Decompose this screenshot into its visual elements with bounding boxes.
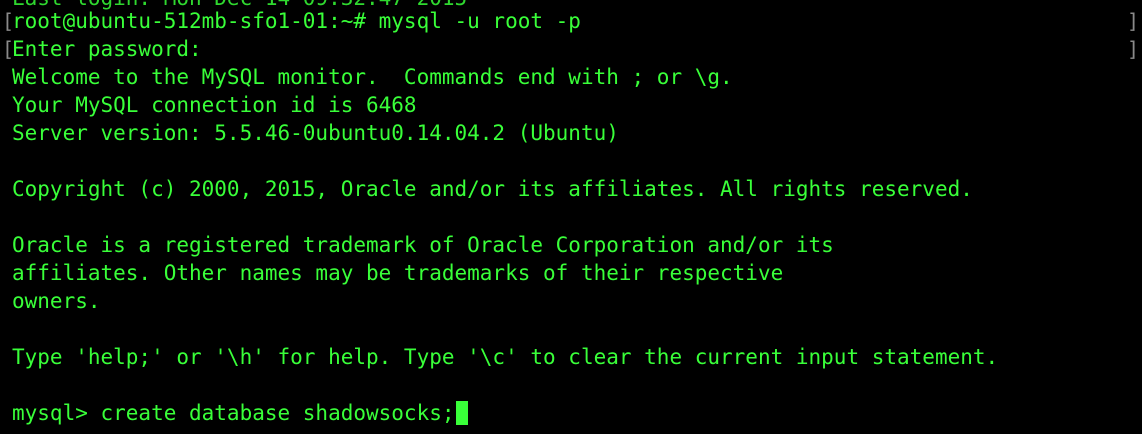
trademark-line-1: Oracle is a registered trademark of Orac… bbox=[12, 233, 834, 257]
terminal-window[interactable]: Last login: Mon Dec 14 09:32:47 2015 [ [… bbox=[0, 0, 1142, 434]
connection-id-line: Your MySQL connection id is 6468 bbox=[12, 93, 417, 117]
help-line: Type 'help;' or '\h' for help. Type '\c'… bbox=[12, 345, 999, 369]
terminal-output: root@ubuntu-512mb-sfo1-01:~# mysql -u ro… bbox=[12, 7, 998, 427]
trademark-line-3: owners. bbox=[12, 289, 101, 313]
trademark-line-2: affiliates. Other names may be trademark… bbox=[12, 261, 784, 285]
mysql-input-line[interactable]: mysql> create database shadowsocks; bbox=[12, 399, 998, 427]
mysql-command-text[interactable]: mysql> create database shadowsocks; bbox=[12, 401, 455, 425]
copyright-line: Copyright (c) 2000, 2015, Oracle and/or … bbox=[12, 177, 973, 201]
server-version-line: Server version: 5.5.46-0ubuntu0.14.04.2 … bbox=[12, 121, 619, 145]
edge-bracket-right-2: ] bbox=[1126, 37, 1139, 61]
password-prompt-line: Enter password: bbox=[12, 37, 202, 61]
shell-prompt-line: root@ubuntu-512mb-sfo1-01:~# mysql -u ro… bbox=[12, 9, 581, 33]
edge-bracket-right-1: ] bbox=[1126, 9, 1139, 33]
text-cursor bbox=[455, 401, 468, 425]
welcome-line: Welcome to the MySQL monitor. Commands e… bbox=[12, 65, 733, 89]
